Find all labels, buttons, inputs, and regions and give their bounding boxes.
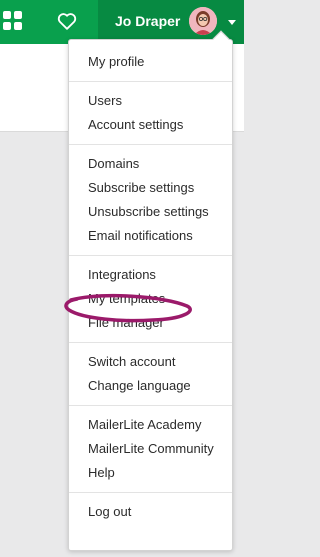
menu-group-logout: Log out [69, 492, 232, 531]
menu-group-users: Users Account settings [69, 81, 232, 144]
menu-item-mailerlite-community[interactable]: MailerLite Community [69, 437, 232, 461]
menu-group-settings: Domains Subscribe settings Unsubscribe s… [69, 144, 232, 255]
menu-item-unsubscribe-settings[interactable]: Unsubscribe settings [69, 200, 232, 224]
menu-item-integrations[interactable]: Integrations [69, 263, 232, 287]
menu-item-mailerlite-academy[interactable]: MailerLite Academy [69, 413, 232, 437]
menu-item-my-templates[interactable]: My templates [69, 287, 232, 311]
apps-grid-icon[interactable] [3, 11, 23, 31]
menu-item-help[interactable]: Help [69, 461, 232, 485]
menu-group-account: Switch account Change language [69, 342, 232, 405]
user-name: Jo Draper [115, 13, 181, 29]
menu-item-my-profile[interactable]: My profile [69, 50, 232, 74]
menu-item-email-notifications[interactable]: Email notifications [69, 224, 232, 248]
menu-group-help: MailerLite Academy MailerLite Community … [69, 405, 232, 492]
heart-icon[interactable] [56, 10, 78, 32]
menu-item-file-manager[interactable]: File manager [69, 311, 232, 335]
menu-item-users[interactable]: Users [69, 89, 232, 113]
chevron-down-icon [228, 20, 236, 25]
menu-group-profile: My profile [69, 40, 232, 81]
menu-group-tools: Integrations My templates File manager [69, 255, 232, 342]
account-dropdown-menu: My profile Users Account settings Domain… [68, 30, 233, 551]
top-nav-bar: Jo Draper [0, 0, 244, 44]
menu-item-account-settings[interactable]: Account settings [69, 113, 232, 137]
avatar [189, 7, 217, 35]
menu-item-domains[interactable]: Domains [69, 152, 232, 176]
menu-item-subscribe-settings[interactable]: Subscribe settings [69, 176, 232, 200]
menu-item-switch-account[interactable]: Switch account [69, 350, 232, 374]
menu-item-change-language[interactable]: Change language [69, 374, 232, 398]
menu-item-log-out[interactable]: Log out [69, 500, 232, 524]
